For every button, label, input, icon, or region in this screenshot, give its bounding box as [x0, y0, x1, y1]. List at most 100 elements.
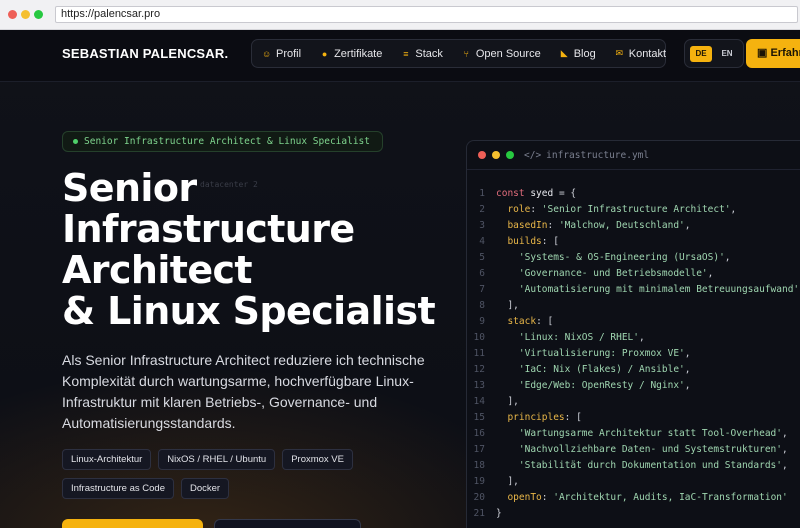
code-line: 5 'Systems- & OS-Engineering (UrsaOS)', — [467, 250, 800, 266]
nav-item-profil[interactable]: ☺ Profil — [262, 48, 301, 60]
code-line: 14 ], — [467, 394, 800, 410]
line-number: 15 — [473, 412, 485, 423]
code-text: principles: [ — [507, 412, 582, 423]
code-text: basedIn: 'Malchow, Deutschland', — [507, 220, 691, 231]
line-number: 20 — [473, 492, 485, 503]
lang-de-button[interactable]: DE — [690, 46, 712, 62]
git-branch-icon: ⑂ — [463, 48, 470, 59]
nav-item-blog[interactable]: ◣ Blog — [560, 48, 596, 60]
code-text: ], — [496, 300, 519, 311]
nav-menu: ☺ Profil ● Zertifikate ≡ Stack ⑂ Open Source… — [251, 39, 666, 68]
nav-item-stack[interactable]: ≡ Stack — [401, 48, 443, 60]
code-text: } — [496, 508, 502, 519]
close-window-button[interactable] — [8, 10, 17, 19]
experience-cta-button[interactable]: ▣ Erfahr — [746, 39, 800, 68]
code-line: 13 'Edge/Web: OpenResty / Nginx', — [467, 378, 800, 394]
user-icon: ☺ — [262, 48, 272, 59]
line-number: 1 — [479, 188, 485, 199]
nav-item-open-source[interactable]: ⑂ Open Source — [462, 48, 541, 60]
code-line: 21} — [467, 506, 800, 522]
line-number: 18 — [473, 460, 485, 471]
nav-item-kontakt[interactable]: ✉ Kontakt — [615, 48, 666, 60]
code-line: 8 ], — [467, 298, 800, 314]
rss-icon: ◣ — [560, 48, 568, 58]
line-number: 17 — [473, 444, 485, 455]
line-number: 5 — [479, 252, 485, 263]
minimize-window-button[interactable] — [21, 10, 30, 19]
code-text: 'Governance- und Betriebsmodelle', — [518, 268, 714, 279]
line-number: 14 — [473, 396, 485, 407]
tag-iac: Infrastructure as Code — [62, 478, 174, 499]
code-line: 17 'Nachvollziehbare Daten- und Systemst… — [467, 442, 800, 458]
maximize-window-button[interactable] — [34, 10, 43, 19]
line-number: 7 — [479, 284, 485, 295]
code-line: 6 'Governance- und Betriebsmodelle', — [467, 266, 800, 282]
code-text: 'Nachvollziehbare Daten- und Systemstruk… — [518, 444, 788, 455]
code-line: 11 'Virtualisierung: Proxmox VE', — [467, 346, 800, 362]
code-text: 'IaC: Nix (Flakes) / Ansible', — [518, 364, 691, 375]
code-text: builds: [ — [507, 236, 559, 247]
code-text: 'Virtualisierung: Proxmox VE', — [518, 348, 691, 359]
code-icon: </> — [524, 149, 542, 161]
code-minimize-dot — [492, 151, 500, 159]
line-number: 19 — [473, 476, 485, 487]
primary-action-button[interactable] — [62, 519, 203, 528]
code-line: 1 const syed = { — [467, 186, 800, 202]
code-text: stack: [ — [507, 316, 554, 327]
layers-icon: ≡ — [403, 48, 409, 59]
line-number: 16 — [473, 428, 485, 439]
code-line: 12 'IaC: Nix (Flakes) / Ansible', — [467, 362, 800, 378]
top-navigation: SEBASTIAN PALENCSAR. ☺ Profil ● Zertifikat… — [0, 30, 800, 82]
code-close-dot — [478, 151, 486, 159]
mail-icon: ✉ — [615, 48, 623, 58]
code-line: 16 'Wartungsarme Architektur statt Tool-… — [467, 426, 800, 442]
line-number: 13 — [473, 380, 485, 391]
code-body: 1 const syed = { 2 role: 'Senior Infrastru… — [467, 170, 800, 522]
lang-en-button[interactable]: EN — [716, 46, 738, 62]
code-text: role: 'Senior Infrastructure Architect', — [507, 204, 737, 215]
hero-description: Als Senior Infrastructure Architect redu… — [62, 352, 425, 431]
code-text: 'Edge/Web: OpenResty / Nginx', — [518, 380, 691, 391]
secondary-action-button[interactable] — [214, 519, 361, 528]
code-line: 4 builds: [ — [467, 234, 800, 250]
code-text: const syed = { — [496, 188, 577, 199]
code-line: 10 'Linux: NixOS / RHEL', — [467, 330, 800, 346]
hero-title: Senior Infrastructure Architect & Linux … — [62, 166, 436, 333]
line-number: 2 — [479, 204, 485, 215]
tag-linux-architektur: Linux-Architektur — [62, 449, 152, 470]
code-line: 7 'Automatisierung mit minimalem Betreuu… — [467, 282, 800, 298]
browser-toolbar: https://palencsar.pro — [0, 0, 800, 30]
code-text: 'Linux: NixOS / RHEL', — [518, 332, 645, 343]
briefcase-icon: ▣ — [757, 47, 771, 59]
code-text: openTo: 'Architektur, Audits, IaC-Transf… — [507, 492, 788, 503]
code-maximize-dot — [506, 151, 514, 159]
code-text: 'Stabilität durch Dokumentation und Stan… — [518, 460, 788, 471]
code-line: 18 'Stabilität durch Dokumentation und S… — [467, 458, 800, 474]
line-number: 21 — [473, 508, 485, 519]
code-line: 2 role: 'Senior Infrastructure Architect… — [467, 202, 800, 218]
skill-tags: Linux-Architektur NixOS / RHEL / Ubuntu … — [62, 449, 382, 499]
tag-proxmox: Proxmox VE — [282, 449, 353, 470]
line-number: 4 — [479, 236, 485, 247]
status-dot-icon — [73, 139, 78, 144]
line-number: 8 — [479, 300, 485, 311]
code-line: 15 principles: [ — [467, 410, 800, 426]
address-bar[interactable]: https://palencsar.pro — [55, 6, 798, 23]
tag-nixos-rhel-ubuntu: NixOS / RHEL / Ubuntu — [158, 449, 276, 470]
code-text: 'Wartungsarme Architektur statt Tool-Ove… — [518, 428, 788, 439]
nav-item-zertifikate[interactable]: ● Zertifikate — [320, 48, 383, 60]
brand-logo[interactable]: SEBASTIAN PALENCSAR. — [62, 46, 228, 61]
line-number: 12 — [473, 364, 485, 375]
code-line: 3 basedIn: 'Malchow, Deutschland', — [467, 218, 800, 234]
code-text: 'Systems- & OS-Engineering (UrsaOS)', — [518, 252, 731, 263]
code-text: ], — [496, 396, 519, 407]
code-line: 9 stack: [ — [467, 314, 800, 330]
code-text: 'Automatisierung mit minimalem Betreuung… — [518, 284, 800, 295]
code-window: </> infrastructure.yml 1 const syed = {2 r… — [466, 140, 800, 528]
code-line: 19 ], — [467, 474, 800, 490]
line-number: 9 — [479, 316, 485, 327]
line-number: 3 — [479, 220, 485, 231]
code-text: ], — [496, 476, 519, 487]
page: SEBASTIAN PALENCSAR. ☺ Profil ● Zertifikat… — [0, 30, 800, 528]
role-badge: Senior Infrastructure Architect & Linux … — [62, 131, 383, 152]
